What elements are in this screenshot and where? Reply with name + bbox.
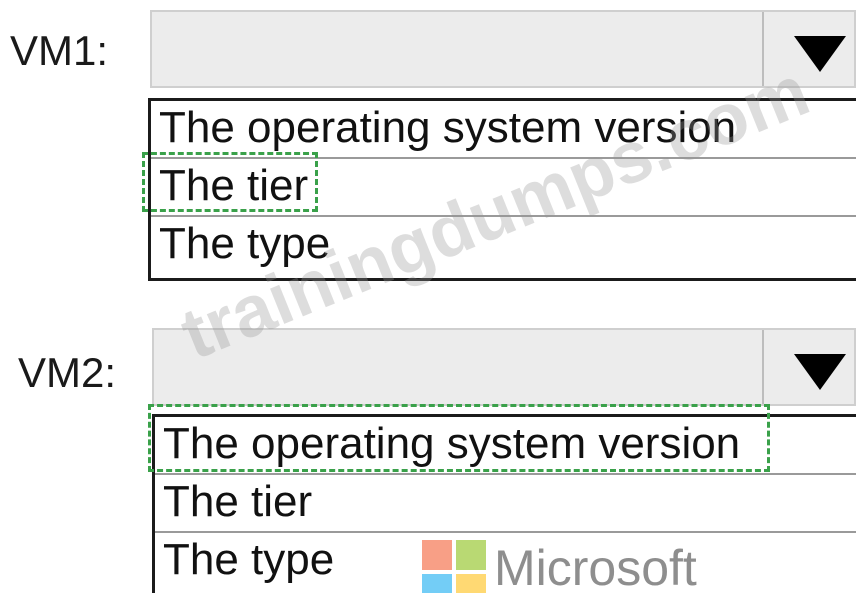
logo-square-blue [422, 574, 452, 593]
logo-square-red [422, 540, 452, 570]
vm1-option-os-version[interactable]: The operating system version [151, 101, 856, 159]
vm1-options-list: The operating system version The tier Th… [148, 98, 856, 281]
answer-area: VM1: The operating system version The ti… [0, 0, 856, 593]
vm2-label: VM2: [18, 349, 117, 396]
logo-square-yellow [456, 574, 486, 593]
vm1-option-tier[interactable]: The tier [151, 159, 856, 217]
triangle-down-icon [794, 36, 846, 72]
microsoft-wordmark: Microsoft [494, 540, 697, 593]
vm1-option-type[interactable]: The type [151, 217, 856, 275]
vm1-label: VM1: [10, 27, 109, 74]
vm1-dropdown[interactable] [150, 10, 856, 88]
triangle-down-icon [794, 354, 846, 390]
vm2-option-tier[interactable]: The tier [155, 475, 856, 533]
microsoft-logo-icon [422, 540, 486, 593]
vm2-dropdown-toggle[interactable] [762, 330, 854, 404]
vm2-dropdown[interactable] [152, 328, 856, 406]
vm1-dropdown-toggle[interactable] [762, 12, 854, 86]
logo-square-green [456, 540, 486, 570]
vm2-option-os-version[interactable]: The operating system version [155, 417, 856, 475]
